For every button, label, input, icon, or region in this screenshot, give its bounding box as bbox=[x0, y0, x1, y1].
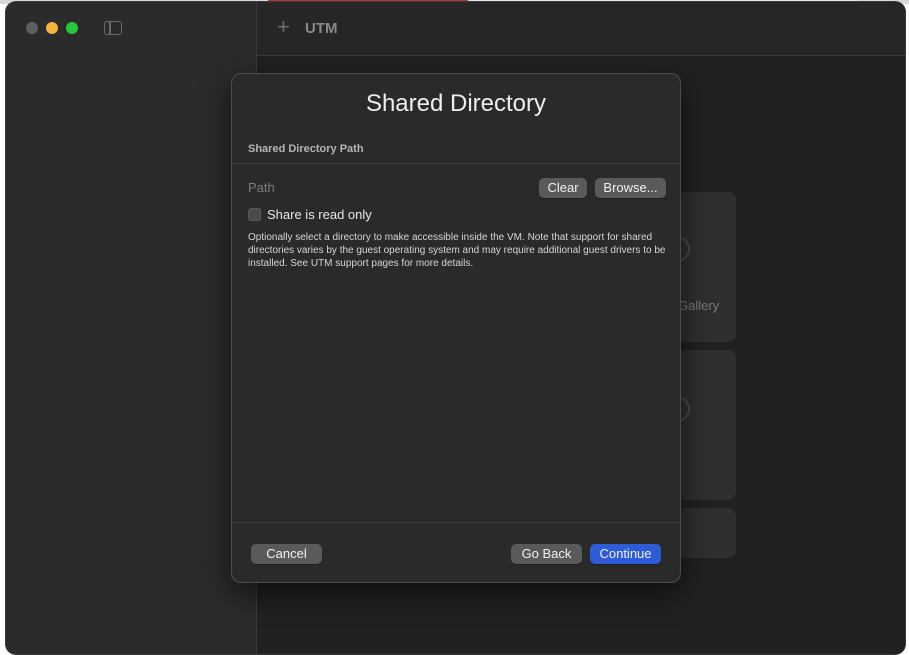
background-card[interactable] bbox=[677, 350, 736, 500]
dialog-title: Shared Directory bbox=[365, 90, 547, 117]
cancel-button[interactable]: Cancel bbox=[251, 544, 322, 564]
toolbar: + UTM bbox=[257, 2, 905, 56]
background-card[interactable] bbox=[677, 508, 736, 558]
go-back-button[interactable]: Go Back bbox=[511, 544, 582, 564]
clear-button[interactable]: Clear bbox=[539, 178, 587, 198]
gallery-card-label: Gallery bbox=[678, 298, 720, 313]
read-only-label[interactable]: Share is read only bbox=[267, 207, 372, 222]
read-only-checkbox[interactable] bbox=[248, 208, 261, 221]
zoom-window-button[interactable] bbox=[66, 22, 78, 34]
minimize-window-button[interactable] bbox=[46, 22, 58, 34]
gallery-card[interactable] bbox=[677, 192, 736, 342]
help-text: Optionally select a directory to make ac… bbox=[248, 232, 666, 269]
window-title: UTM bbox=[305, 20, 338, 37]
divider bbox=[232, 522, 680, 523]
continue-button[interactable]: Continue bbox=[590, 544, 661, 564]
shared-directory-dialog: Shared Directory Shared Directory Path P… bbox=[231, 73, 681, 583]
read-only-option[interactable]: Share is read only bbox=[248, 207, 372, 222]
close-window-button[interactable] bbox=[26, 22, 38, 34]
sidebar bbox=[6, 2, 257, 654]
section-header: Shared Directory Path bbox=[248, 143, 364, 155]
browse-button[interactable]: Browse... bbox=[595, 178, 666, 198]
plus-icon[interactable]: + bbox=[277, 16, 290, 38]
divider bbox=[232, 163, 680, 164]
path-label: Path bbox=[248, 180, 275, 195]
sidebar-toggle-icon[interactable] bbox=[104, 21, 122, 35]
window-controls bbox=[26, 22, 78, 34]
